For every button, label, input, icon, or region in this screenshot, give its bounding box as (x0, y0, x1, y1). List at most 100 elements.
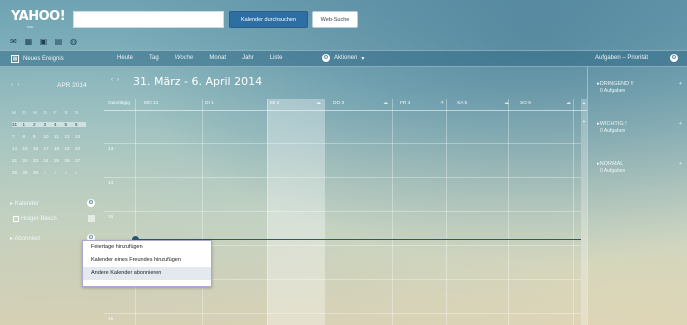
yahoo-logo[interactable]: YAHOO! (11, 9, 66, 24)
mini-next-button[interactable]: › (18, 82, 20, 88)
add-task-icon[interactable]: + (679, 121, 682, 127)
mini-calendar-day[interactable]: 16 (33, 146, 44, 151)
settings-icon[interactable]: ⚙ (87, 199, 95, 207)
actions-menu[interactable]: ⚙ Aktionen ▾ (322, 54, 364, 62)
menu-item-add-holidays[interactable]: Feiertage hinzufügen (83, 241, 211, 254)
weather-icon: ☁ (316, 101, 321, 106)
day-header-mo[interactable]: MO 31 (144, 101, 158, 106)
task-count: 0 Aufgaben (600, 168, 626, 174)
settings-icon: ⚙ (322, 54, 330, 62)
mini-calendar-day[interactable]: 7 (12, 134, 23, 139)
tab-monat[interactable]: Monat (209, 55, 226, 61)
mini-calendar-day[interactable]: 17 (44, 146, 55, 151)
mini-calendar-day[interactable]: 12 (65, 134, 76, 139)
mini-calendar-month[interactable]: APR 2014 (57, 82, 87, 89)
tab-tag[interactable]: Tag (149, 55, 159, 61)
hour-label-13: 13 (108, 147, 114, 152)
week-next-button[interactable]: › (117, 77, 119, 83)
mini-calendar-day[interactable]: 18 (54, 146, 65, 151)
calendar-color-swatch[interactable] (88, 215, 95, 222)
search-input[interactable] (73, 11, 224, 28)
messenger-icon[interactable]: ◍ (69, 37, 78, 46)
task-group-title[interactable]: ▸WICHTIG ! (597, 121, 627, 127)
day-header-so[interactable]: SO 6 (520, 101, 531, 106)
mini-calendar-day[interactable]: 11 (54, 134, 65, 139)
hour-label-16: 16 (108, 317, 114, 322)
web-search-button[interactable]: Web-Suche (312, 11, 358, 28)
weekday-header: M (12, 109, 16, 115)
mini-calendar-day[interactable]: 29 (23, 170, 34, 175)
task-group-header: ▸DRINGEND !! + (597, 81, 682, 87)
day-header-mi[interactable]: MI 2 (270, 101, 279, 106)
new-event-button[interactable]: ▦ Neues Ereignis (11, 55, 64, 63)
subscribed-label[interactable]: ▸ Abonniert (10, 235, 40, 242)
top-bar: YAHOO! MAIL Kalender durchsuchen Web-Suc… (0, 0, 687, 50)
tasks-title[interactable]: Aufgaben – Priorität (595, 55, 648, 61)
mini-calendar-day[interactable]: 1 (22, 121, 33, 127)
menu-item-subscribe-other[interactable]: Andere Kalender abonnieren (83, 267, 211, 280)
tab-liste[interactable]: Liste (270, 55, 283, 61)
mini-calendar-day[interactable]: 23 (33, 158, 44, 163)
mini-calendar-day[interactable]: 19 (65, 146, 76, 151)
weekday-header: S (64, 109, 68, 115)
tab-jahr[interactable]: Jahr (242, 55, 254, 61)
weather-icon: ☁ (504, 101, 509, 106)
mini-calendar-day[interactable]: 8 (23, 134, 34, 139)
mini-calendar-day[interactable]: 21 (12, 158, 23, 163)
calendars-label[interactable]: ▸ Kalender (10, 200, 39, 207)
mini-prev-button[interactable]: ‹ (11, 82, 13, 88)
mini-calendar-day[interactable]: 5 (64, 121, 75, 127)
mini-calendar-day[interactable]: 2 (33, 121, 44, 127)
day-divider (324, 99, 325, 325)
tab-woche[interactable]: Woche (175, 55, 194, 61)
mini-calendar-day[interactable]: 14 (12, 146, 23, 151)
mini-calendar-day[interactable]: 13 (75, 134, 86, 139)
mini-calendar-week: 21 22 23 24 25 26 27 (12, 154, 96, 166)
calendar-item[interactable]: ✓ Holger Bleich (13, 215, 95, 222)
mini-calendar-day[interactable]: 30 (33, 170, 44, 175)
mini-calendar-day[interactable]: 15 (23, 146, 34, 151)
day-header-do[interactable]: DO 3 (333, 101, 344, 106)
mini-calendar-day[interactable]: 10 (44, 134, 55, 139)
mini-calendar-day[interactable]: 2 (54, 170, 65, 175)
tasks-settings-button[interactable]: ⚙ (670, 54, 678, 62)
task-group-title[interactable]: ▸DRINGEND !! (597, 81, 634, 87)
day-header-di[interactable]: DI 1 (205, 101, 214, 106)
weather-icon: ☀ (440, 101, 445, 106)
task-group-header: ▸NORMAL + (597, 161, 682, 167)
task-group-title[interactable]: ▸NORMAL (597, 161, 623, 167)
mini-calendar-day[interactable]: 3 (43, 121, 54, 127)
contacts-icon[interactable]: ▣ (39, 37, 48, 46)
mini-calendar-day[interactable]: 9 (33, 134, 44, 139)
mini-calendar-day[interactable]: 3 (65, 170, 76, 175)
day-header-fr[interactable]: FR 4 (400, 101, 410, 106)
menu-item-add-friend-calendar[interactable]: Kalender eines Freundes hinzufügen (83, 254, 211, 267)
mini-calendar-day[interactable]: 24 (44, 158, 55, 163)
add-task-icon[interactable]: + (679, 81, 682, 87)
calendar-icon[interactable]: ▦ (24, 37, 33, 46)
mini-calendar-day[interactable]: 31 (12, 121, 23, 127)
mini-calendar-day[interactable]: 28 (12, 170, 23, 175)
allday-label: Ganztägig (108, 101, 130, 106)
mail-icon[interactable]: ✉ (9, 37, 18, 46)
task-group-urgent: ▸DRINGEND !! + 0 Aufgaben (597, 81, 682, 94)
add-task-icon[interactable]: + (679, 161, 682, 167)
mini-calendar-day[interactable]: 25 (54, 158, 65, 163)
mini-calendar-day[interactable]: 22 (23, 158, 34, 163)
mini-calendar-day[interactable]: 6 (75, 121, 86, 127)
task-group-header: ▸WICHTIG ! + (597, 121, 682, 127)
mini-calendar-day[interactable]: 4 (75, 170, 86, 175)
notepad-icon[interactable]: ▤ (54, 37, 63, 46)
mini-calendar-day[interactable]: 20 (75, 146, 86, 151)
checkbox-icon[interactable]: ✓ (13, 215, 19, 222)
tab-heute[interactable]: Heute (117, 55, 133, 61)
day-divider (267, 99, 268, 325)
week-prev-button[interactable]: ‹ (111, 77, 113, 83)
mini-calendar-day[interactable]: 26 (65, 158, 76, 163)
mini-calendar-day[interactable]: 1 (44, 170, 55, 175)
mini-calendar-day[interactable]: 4 (54, 121, 65, 127)
week-grid[interactable]: Ganztägig MO 31 DI 1 MI 2 ☁ DO 3 ☁ FR 4 … (104, 99, 587, 325)
mini-calendar-day[interactable]: 27 (75, 158, 86, 163)
day-header-sa[interactable]: SA 5 (457, 101, 467, 106)
search-calendar-button[interactable]: Kalender durchsuchen (229, 11, 308, 28)
